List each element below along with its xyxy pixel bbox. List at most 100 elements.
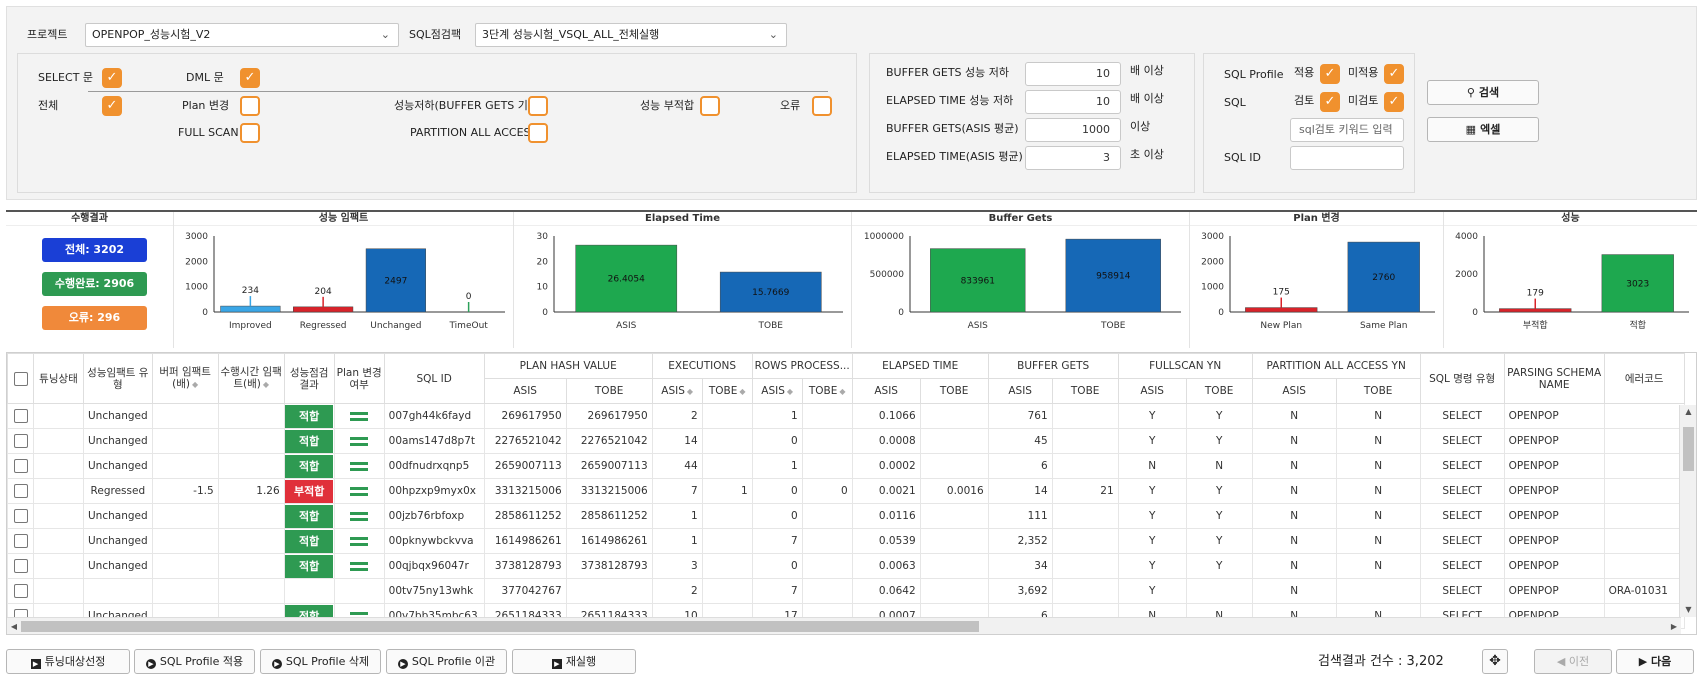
row-checkbox[interactable] bbox=[13, 534, 28, 548]
col-tobe[interactable]: TOBE bbox=[1335, 378, 1421, 404]
col-impact[interactable]: 성능임팩트 유형 bbox=[83, 353, 153, 404]
col-buffer[interactable]: BUFFER GETS bbox=[987, 353, 1119, 379]
col-tobe[interactable]: TOBE bbox=[565, 378, 653, 404]
schema-cell: OPENPOP bbox=[1503, 503, 1605, 529]
col-asis[interactable]: ASIS bbox=[987, 378, 1053, 404]
apply-checkbox[interactable]: ✓ bbox=[1320, 64, 1340, 84]
vertical-scrollbar[interactable]: ▲ ▼ bbox=[1679, 405, 1696, 617]
next-button[interactable]: ▶ 다음 bbox=[1616, 649, 1694, 674]
done-pill[interactable]: 수행완료: 2906 bbox=[42, 272, 147, 296]
select-all-checkbox[interactable] bbox=[13, 371, 28, 386]
buffer-asis-cell: 34 bbox=[987, 553, 1053, 579]
rerun-button[interactable]: ▶ 재실행 bbox=[512, 649, 636, 674]
unfit-checkbox[interactable] bbox=[700, 96, 720, 116]
total-pill[interactable]: 전체: 3202 bbox=[42, 238, 147, 262]
sqlcheck-select[interactable]: 3단계 성능시험_VSQL_ALL_전체실행 ⌄ bbox=[475, 23, 787, 47]
col-tuning[interactable]: 튜닝상태 bbox=[33, 353, 84, 404]
col-tobe[interactable]: TOBE ◆ bbox=[801, 378, 853, 404]
buffer-degrade-input[interactable]: 10 bbox=[1025, 62, 1121, 86]
col-phv[interactable]: PLAN HASH VALUE bbox=[483, 353, 653, 379]
fullscreen-button[interactable]: ✥ bbox=[1482, 649, 1508, 674]
table-row[interactable]: Unchanged 적합 00qjbqx96047r 3738128793 373812… bbox=[7, 553, 1685, 579]
search-button[interactable]: ⚲ 검색 bbox=[1427, 80, 1539, 105]
col-asis[interactable]: ASIS bbox=[1251, 378, 1337, 404]
elapsed-asis-input[interactable]: 3 bbox=[1025, 146, 1121, 170]
col-asis[interactable]: ASIS ◆ bbox=[651, 378, 703, 404]
row-checkbox[interactable] bbox=[13, 509, 28, 523]
row-checkbox[interactable] bbox=[13, 484, 28, 498]
table-row[interactable]: Unchanged 적합 00dfnudrxqnp5 2659007113 265900… bbox=[7, 453, 1685, 479]
scroll-up-icon[interactable]: ▲ bbox=[1680, 405, 1696, 419]
all-checkbox[interactable]: ✓ bbox=[102, 96, 122, 116]
col-asis[interactable]: ASIS bbox=[851, 378, 921, 404]
status-badge: 적합 bbox=[285, 454, 334, 478]
col-tobe[interactable]: TOBE bbox=[1185, 378, 1253, 404]
partition-checkbox[interactable] bbox=[528, 123, 548, 143]
col-asis[interactable]: ASIS ◆ bbox=[751, 378, 803, 404]
table-row[interactable]: Unchanged 적합 00pknywbckvva 1614986261 161498… bbox=[7, 528, 1685, 554]
row-checkbox[interactable] bbox=[13, 459, 28, 473]
elapsed-degrade-input[interactable]: 10 bbox=[1025, 90, 1121, 114]
profile-move-button[interactable]: ▶ SQL Profile 이관 bbox=[386, 649, 507, 674]
table-row[interactable]: Unchanged 적합 00jzb76rbfoxp 2858611252 285861… bbox=[7, 503, 1685, 529]
dml-checkbox[interactable]: ✓ bbox=[240, 68, 260, 88]
review-checkbox[interactable]: ✓ bbox=[1320, 92, 1340, 112]
col-sqlid[interactable]: SQL ID bbox=[383, 353, 485, 404]
col-tobe[interactable]: TOBE ◆ bbox=[701, 378, 753, 404]
keyword-input[interactable]: sql검토 키워드 입력 bbox=[1290, 118, 1404, 142]
fullscan-checkbox[interactable] bbox=[240, 123, 260, 143]
exec-asis-cell: 7 bbox=[651, 478, 703, 504]
col-execs[interactable]: EXECUTIONS bbox=[651, 353, 753, 379]
impact-section: 성능 임팩트 0 1000 2000 3000 234 Improved 204 Regres… bbox=[174, 212, 514, 348]
col-partition[interactable]: PARTITION ALL ACCESS YN bbox=[1251, 353, 1421, 379]
scroll-down-icon[interactable]: ▼ bbox=[1680, 603, 1696, 617]
fullscan-tobe-cell: Y bbox=[1185, 553, 1253, 579]
error-checkbox[interactable] bbox=[812, 96, 832, 116]
prev-button[interactable]: ◀ 이전 bbox=[1534, 649, 1612, 674]
row-checkbox[interactable] bbox=[13, 584, 28, 598]
scroll-left-icon[interactable]: ◀ bbox=[7, 618, 21, 634]
sqlid-input[interactable] bbox=[1290, 146, 1404, 170]
row-checkbox[interactable] bbox=[13, 434, 28, 448]
col-rows[interactable]: ROWS PROCESS... bbox=[751, 353, 853, 379]
profile-delete-button[interactable]: ▶ SQL Profile 삭제 bbox=[260, 649, 381, 674]
scroll-right-icon[interactable]: ▶ bbox=[1667, 618, 1681, 634]
tuning-target-button[interactable]: ▶ 튜닝대상선정 bbox=[6, 649, 130, 674]
col-errcode[interactable]: 에러코드 bbox=[1603, 353, 1685, 404]
project-select[interactable]: OPENPOP_성능시험_V2 ⌄ bbox=[85, 23, 399, 47]
col-check[interactable]: 성능점검 결과 bbox=[283, 353, 335, 404]
col-plan[interactable]: Plan 변경여부 bbox=[333, 353, 385, 404]
col-buf-impact[interactable]: 버퍼 임팩트(배) ◆ bbox=[151, 353, 219, 404]
table-row[interactable]: Unchanged 적합 007gh44k6fayd 269617950 2696179… bbox=[7, 403, 1685, 429]
table-row[interactable]: Regressed -1.5 1.26 부적합 00hpzxp9myx0x 3313215… bbox=[7, 478, 1685, 504]
table-row[interactable]: 00tv75ny13whk 377042767 2 7 0.0642 3,692 Y N SEL… bbox=[7, 578, 1685, 604]
horizontal-scroll-thumb[interactable] bbox=[21, 621, 979, 632]
excel-button[interactable]: ▦ 엑셀 bbox=[1427, 117, 1539, 142]
col-elapsed[interactable]: ELAPSED TIME bbox=[851, 353, 989, 379]
row-checkbox[interactable] bbox=[13, 409, 28, 423]
select-all-header[interactable] bbox=[7, 353, 34, 404]
profile-apply-button[interactable]: ▶ SQL Profile 적용 bbox=[134, 649, 255, 674]
col-schema[interactable]: PARSING SCHEMA NAME bbox=[1503, 353, 1605, 404]
vertical-scroll-thumb[interactable] bbox=[1683, 427, 1694, 471]
col-cmdtype[interactable]: SQL 명령 유형 bbox=[1419, 353, 1505, 404]
col-exec-impact[interactable]: 수행시간 임팩트(배) ◆ bbox=[217, 353, 285, 404]
plan-change-checkbox[interactable] bbox=[240, 96, 260, 116]
select-checkbox[interactable]: ✓ bbox=[102, 68, 122, 88]
col-tobe[interactable]: TOBE bbox=[919, 378, 989, 404]
col-tobe[interactable]: TOBE bbox=[1051, 378, 1119, 404]
col-asis[interactable]: ASIS bbox=[483, 378, 567, 404]
horizontal-scrollbar[interactable]: ◀ ▶ bbox=[7, 617, 1681, 634]
status-badge: 적합 bbox=[285, 404, 334, 428]
row-checkbox[interactable] bbox=[13, 559, 28, 573]
rows-asis-cell: 0 bbox=[751, 503, 803, 529]
table-row[interactable]: Unchanged 적합 00ams147d8p7t 2276521042 227652… bbox=[7, 428, 1685, 454]
error-pill[interactable]: 오류: 296 bbox=[42, 306, 147, 330]
degrade-checkbox[interactable] bbox=[528, 96, 548, 116]
buffer-asis-input[interactable]: 1000 bbox=[1025, 118, 1121, 142]
unreview-checkbox[interactable]: ✓ bbox=[1384, 92, 1404, 112]
perf-chart: 0 2000 4000 179 부적합 3023 적합 bbox=[1455, 232, 1689, 331]
unapply-checkbox[interactable]: ✓ bbox=[1384, 64, 1404, 84]
col-asis[interactable]: ASIS bbox=[1117, 378, 1187, 404]
col-fullscan[interactable]: FULLSCAN YN bbox=[1117, 353, 1253, 379]
